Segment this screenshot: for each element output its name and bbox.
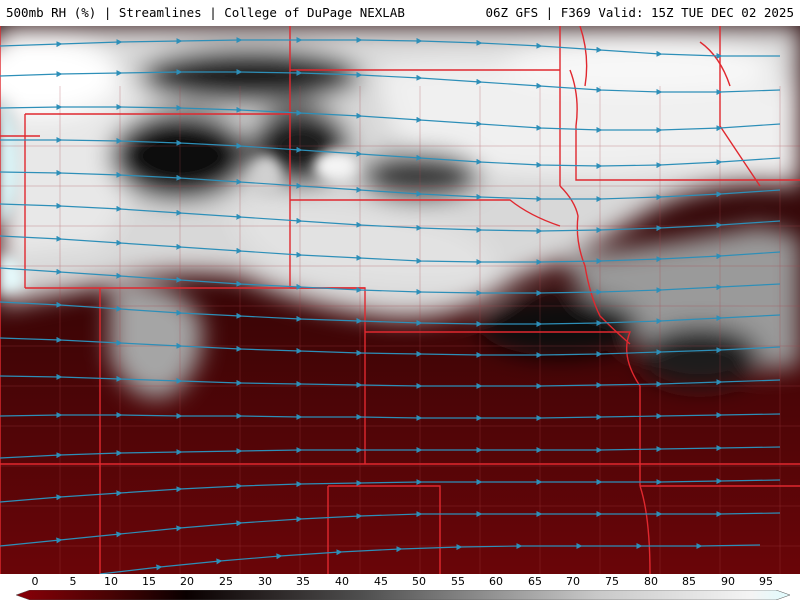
legend-tick-70: 70 [566, 575, 580, 588]
color-legend: 0 5 10 15 20 25 30 35 40 45 50 55 60 65 … [0, 574, 800, 600]
rh-map-svg [0, 26, 800, 574]
legend-tick-35: 35 [296, 575, 310, 588]
header-bar: 500mb RH (%) | Streamlines | College of … [0, 0, 800, 26]
legend-tick-5: 5 [69, 575, 77, 588]
legend-tick-65: 65 [528, 575, 542, 588]
product-title: 500mb RH (%) | Streamlines | College of … [6, 5, 405, 20]
legend-tick-55: 55 [451, 575, 465, 588]
legend-tick-25: 25 [219, 575, 233, 588]
legend-ticks: 0 5 10 15 20 25 30 35 40 45 50 55 60 65 … [0, 575, 800, 589]
legend-tick-20: 20 [180, 575, 194, 588]
run-valid-time: 06Z GFS | F369 Valid: 15Z TUE DEC 02 202… [485, 5, 794, 20]
legend-tick-85: 85 [682, 575, 696, 588]
legend-tick-45: 45 [374, 575, 388, 588]
legend-tick-0: 0 [31, 575, 39, 588]
legend-tick-15: 15 [142, 575, 156, 588]
legend-colorbar [15, 590, 791, 600]
legend-tick-90: 90 [721, 575, 735, 588]
legend-tick-60: 60 [489, 575, 503, 588]
rh-map [0, 26, 800, 574]
legend-tick-30: 30 [258, 575, 272, 588]
legend-tick-50: 50 [412, 575, 426, 588]
legend-tick-95: 95 [759, 575, 773, 588]
legend-tick-10: 10 [104, 575, 118, 588]
legend-tick-40: 40 [335, 575, 349, 588]
legend-tick-75: 75 [605, 575, 619, 588]
legend-tick-80: 80 [644, 575, 658, 588]
